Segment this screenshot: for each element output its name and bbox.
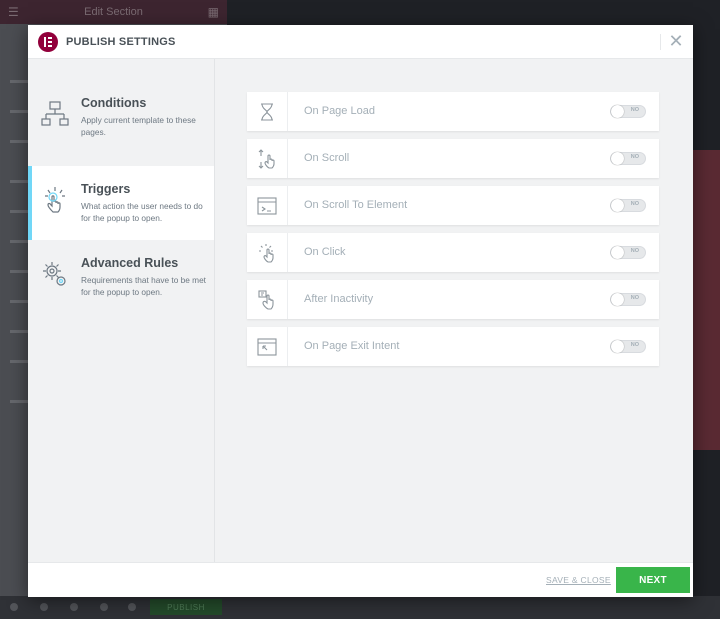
- sitemap-icon: [41, 101, 69, 126]
- elementor-logo-icon: [38, 31, 58, 52]
- close-icon[interactable]: ✕: [667, 31, 685, 51]
- gears-icon: [43, 262, 66, 286]
- save-close-link[interactable]: SAVE & CLOSE: [546, 575, 611, 585]
- trigger-label: On Page Load: [304, 105, 375, 117]
- click-hand-icon: [259, 243, 274, 263]
- sidebar-item-description: Requirements that have to be met for the…: [81, 275, 206, 297]
- hand-click-icon: [45, 187, 65, 213]
- editor-controls: [0, 60, 30, 500]
- editor-panel-title: Edit Section: [84, 6, 143, 18]
- trigger-icon-cell: [247, 139, 288, 178]
- trigger-row-inactivity: After Inactivity NO: [247, 280, 659, 319]
- modal-title: PUBLISH SETTINGS: [66, 35, 176, 48]
- trigger-label: On Page Exit Intent: [304, 340, 400, 352]
- modal-header: PUBLISH SETTINGS ✕: [28, 25, 693, 59]
- exit-window-icon: [257, 337, 277, 356]
- trigger-toggle[interactable]: NO: [610, 293, 646, 306]
- trigger-icon-cell: [247, 233, 288, 272]
- editor-topbar: ☰ Edit Section ▦: [0, 0, 227, 24]
- trigger-toggle[interactable]: NO: [610, 105, 646, 118]
- trigger-label: On Scroll: [304, 152, 350, 164]
- trigger-row-scroll: On Scroll NO: [247, 139, 659, 178]
- sidebar-item-description: Apply current template to these pages.: [81, 115, 196, 137]
- trigger-row-scroll-to-element: On Scroll To Element NO: [247, 186, 659, 225]
- window-element-icon: [257, 196, 277, 215]
- sidebar-item-triggers[interactable]: Triggers What action the user needs to d…: [28, 166, 214, 240]
- publish-settings-modal: PUBLISH SETTINGS ✕ Conditions Apply curr…: [28, 25, 693, 597]
- canvas-section: [692, 150, 720, 450]
- sidebar-item-title: Triggers: [81, 182, 131, 196]
- trigger-icon-cell: [247, 280, 288, 319]
- header-divider: [660, 34, 661, 50]
- editor-bottombar: PUBLISH: [0, 596, 720, 619]
- publish-button[interactable]: PUBLISH: [150, 599, 222, 615]
- modal-footer: SAVE & CLOSE NEXT: [28, 562, 693, 597]
- toggle-state: NO: [630, 248, 639, 254]
- trigger-icon-cell: [247, 92, 288, 131]
- trigger-toggle[interactable]: NO: [610, 152, 646, 165]
- toggle-state: NO: [630, 342, 639, 348]
- settings-icon[interactable]: [10, 603, 18, 611]
- trigger-toggle[interactable]: NO: [610, 199, 646, 212]
- toggle-state: NO: [630, 154, 639, 160]
- trigger-row-click: On Click NO: [247, 233, 659, 272]
- trigger-label: After Inactivity: [304, 293, 374, 305]
- sidebar-item-description: What action the user needs to do for the…: [81, 201, 203, 223]
- trigger-row-exit-intent: On Page Exit Intent NO: [247, 327, 659, 366]
- responsive-icon[interactable]: [100, 603, 108, 611]
- trigger-label: On Click: [304, 246, 346, 258]
- trigger-icon-cell: [247, 186, 288, 225]
- settings-sidebar: Conditions Apply current template to the…: [28, 59, 215, 562]
- toggle-state: NO: [630, 295, 639, 301]
- trigger-toggle[interactable]: NO: [610, 340, 646, 353]
- triggers-list: On Page Load NO On Scroll NO On Scroll T…: [215, 59, 693, 562]
- toggle-state: NO: [630, 201, 639, 207]
- trigger-icon-cell: [247, 327, 288, 366]
- sidebar-item-conditions[interactable]: Conditions Apply current template to the…: [28, 80, 214, 154]
- next-button[interactable]: NEXT: [616, 567, 690, 593]
- trigger-row-page-load: On Page Load NO: [247, 92, 659, 131]
- sidebar-item-title: Conditions: [81, 96, 147, 110]
- scroll-hand-icon: [258, 148, 275, 169]
- toggle-state: NO: [630, 107, 639, 113]
- preview-icon[interactable]: [128, 603, 136, 611]
- history-icon[interactable]: [70, 603, 78, 611]
- sidebar-item-title: Advanced Rules: [81, 256, 179, 270]
- navigator-icon[interactable]: [40, 603, 48, 611]
- trigger-toggle[interactable]: NO: [610, 246, 646, 259]
- hourglass-icon: [261, 102, 273, 121]
- trigger-label: On Scroll To Element: [304, 199, 408, 211]
- sidebar-item-advanced-rules[interactable]: Advanced Rules Requirements that have to…: [28, 240, 214, 314]
- inactivity-hand-icon: [258, 289, 274, 310]
